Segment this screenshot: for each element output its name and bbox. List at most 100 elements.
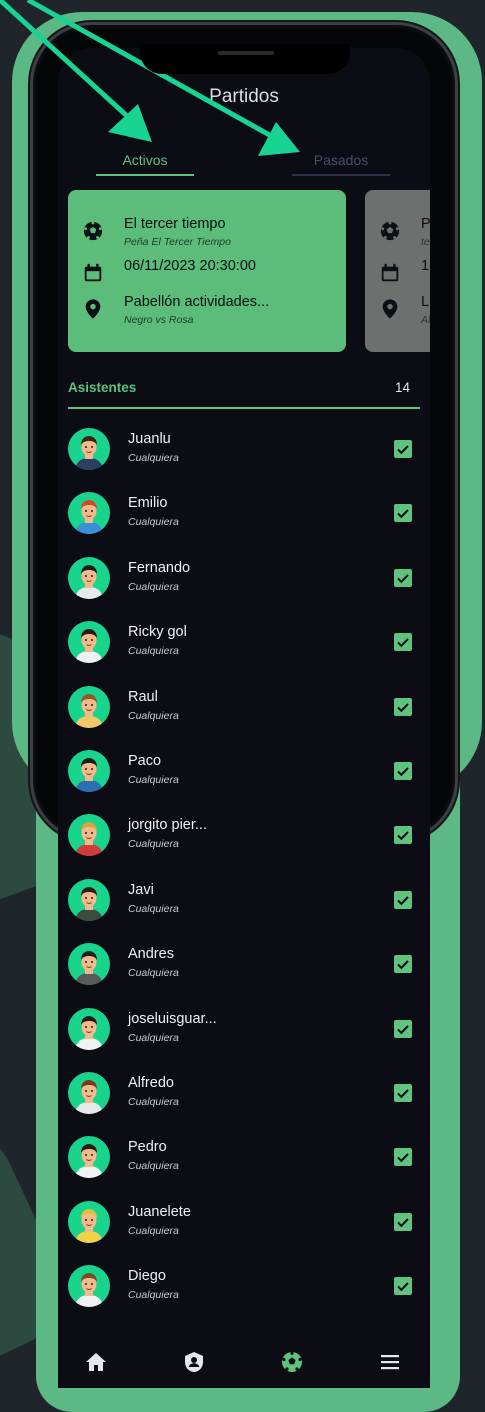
- check-icon: [397, 1024, 409, 1034]
- check-icon: [397, 896, 409, 906]
- attendee-row[interactable]: Emilio Cualquiera: [58, 492, 430, 552]
- attendee-row[interactable]: Raul Cualquiera: [58, 685, 430, 746]
- avatar: [68, 814, 110, 857]
- attendance-checkbox[interactable]: [394, 1212, 412, 1231]
- match-card[interactable]: El tercer tiempo Peña El Tercer Tiempo 0…: [68, 190, 346, 352]
- avatar: [68, 878, 110, 921]
- avatar-illustration: [75, 500, 103, 535]
- attendance-checkbox[interactable]: [394, 1277, 412, 1296]
- check-icon: [397, 574, 409, 584]
- calendar-icon: [84, 263, 102, 282]
- attendee-name: Ricky gol: [128, 624, 187, 641]
- attendee-row[interactable]: Alfredo Cualquiera: [58, 1072, 430, 1132]
- attendance-checkbox[interactable]: [394, 890, 412, 909]
- attendee-role: Cualquiera: [128, 838, 179, 851]
- attendee-row[interactable]: joseluisguar... Cualquiera: [58, 1007, 430, 1068]
- menu-icon[interactable]: [378, 1350, 402, 1374]
- avatar-illustration: [75, 1208, 103, 1243]
- check-icon: [397, 1218, 409, 1228]
- avatar-illustration: [75, 1273, 103, 1308]
- bottom-nav: [58, 1348, 430, 1388]
- soccer-ball-icon[interactable]: [280, 1350, 304, 1374]
- check-icon: [397, 1282, 409, 1292]
- match-group: te: [421, 236, 430, 248]
- attendee-name: Raul: [128, 688, 158, 705]
- check-icon: [397, 767, 409, 777]
- tab-activos[interactable]: Activos: [96, 152, 194, 168]
- match-card[interactable]: P te 1 L Al: [365, 190, 430, 352]
- location-pin-icon: [382, 299, 398, 319]
- attendee-role: Cualquiera: [128, 516, 179, 529]
- avatar: [68, 1136, 110, 1179]
- attendance-checkbox[interactable]: [394, 504, 412, 523]
- tab-indicator-active: [96, 174, 194, 176]
- attendee-row[interactable]: Diego Cualquiera: [58, 1265, 430, 1325]
- tab-pasados[interactable]: Pasados: [292, 152, 390, 168]
- attendee-row[interactable]: Paco Cualquiera: [58, 750, 430, 810]
- attendees-count: 14: [394, 380, 410, 395]
- attendee-role: Cualquiera: [128, 967, 179, 980]
- attendance-checkbox[interactable]: [394, 568, 412, 587]
- attendee-role: Cualquiera: [128, 1160, 179, 1173]
- attendance-checkbox[interactable]: [394, 697, 412, 716]
- attendee-row[interactable]: Juanelete Cualquiera: [58, 1200, 430, 1261]
- attendee-name: Emilio: [128, 495, 168, 512]
- attendee-role: Cualquiera: [128, 1031, 179, 1044]
- attendee-role: Cualquiera: [128, 709, 179, 722]
- avatar: [68, 750, 110, 792]
- attendee-role: Cualquiera: [128, 1096, 179, 1108]
- avatar-illustration: [75, 1144, 103, 1179]
- avatar: [68, 556, 110, 599]
- home-icon[interactable]: [84, 1350, 108, 1374]
- check-icon: [397, 509, 409, 519]
- attendee-role: Cualquiera: [128, 902, 179, 915]
- avatar-illustration: [75, 436, 103, 470]
- attendance-checkbox[interactable]: [394, 633, 412, 652]
- avatar: [68, 428, 110, 470]
- attendance-checkbox[interactable]: [394, 1084, 412, 1102]
- avatar: [68, 1265, 110, 1308]
- avatar-illustration: [75, 758, 103, 792]
- page-title: Partidos: [209, 86, 279, 107]
- avatar: [68, 943, 110, 986]
- attendee-name: jorgito pier...: [128, 817, 207, 834]
- attendee-role: Cualquiera: [128, 1224, 179, 1237]
- attendance-checkbox[interactable]: [394, 1148, 412, 1167]
- avatar-illustration: [75, 886, 103, 921]
- check-icon: [397, 1153, 409, 1163]
- attendee-row[interactable]: Fernando Cualquiera: [58, 556, 430, 617]
- attendance-checkbox[interactable]: [394, 955, 412, 974]
- attendance-checkbox[interactable]: [394, 440, 412, 458]
- attendance-checkbox[interactable]: [394, 826, 412, 845]
- app-screen: Partidos Activos Pasados El tercer tiemp…: [58, 48, 430, 1388]
- attendee-row[interactable]: Ricky gol Cualquiera: [58, 621, 430, 681]
- attendee-row[interactable]: Pedro Cualquiera: [58, 1136, 430, 1196]
- attendees-label: Asistentes: [68, 380, 137, 395]
- section-divider: [68, 407, 420, 409]
- attendee-row[interactable]: Javi Cualquiera: [58, 878, 430, 939]
- avatar-illustration: [75, 564, 103, 599]
- attendance-checkbox[interactable]: [394, 762, 412, 780]
- check-icon: [397, 831, 409, 841]
- soccer-ball-icon: [380, 221, 400, 241]
- attendee-row[interactable]: Juanlu Cualquiera: [58, 428, 430, 488]
- attendee-name: Andres: [128, 946, 174, 963]
- phone-notch: [140, 44, 350, 74]
- attendee-name: Pedro: [128, 1139, 167, 1156]
- attendee-role: Cualquiera: [128, 774, 179, 786]
- avatar: [68, 685, 110, 728]
- avatar: [68, 1007, 110, 1050]
- avatar-illustration: [75, 1015, 103, 1050]
- avatar-illustration: [75, 822, 103, 857]
- user-badge-icon[interactable]: [182, 1350, 206, 1374]
- calendar-icon: [381, 263, 399, 282]
- attendance-checkbox[interactable]: [394, 1019, 412, 1038]
- check-icon: [397, 445, 409, 455]
- attendee-row[interactable]: Andres Cualquiera: [58, 943, 430, 1003]
- avatar: [68, 1072, 110, 1114]
- attendee-name: joseluisguar...: [128, 1010, 217, 1027]
- match-place: Pabellón actividades...: [124, 294, 270, 310]
- match-datetime: 1: [421, 258, 430, 274]
- attendee-row[interactable]: jorgito pier... Cualquiera: [58, 814, 430, 874]
- avatar-illustration: [75, 693, 103, 728]
